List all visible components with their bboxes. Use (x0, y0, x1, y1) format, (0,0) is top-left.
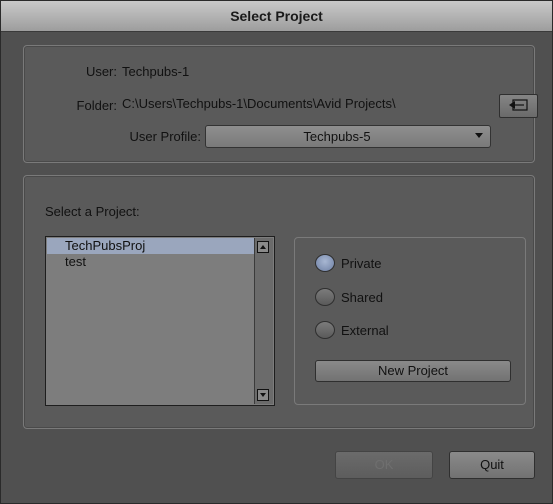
radio-private[interactable]: Private (315, 253, 381, 273)
list-item[interactable]: TechPubsProj (47, 238, 254, 254)
radio-indicator (315, 254, 335, 272)
chevron-down-icon (475, 133, 483, 138)
dialog-title: Select Project (1, 1, 552, 32)
user-profile-value: Techpubs-5 (303, 129, 371, 144)
folder-browse-button[interactable] (499, 94, 538, 118)
list-item[interactable]: test (47, 254, 254, 270)
project-list[interactable]: TechPubsProj test (45, 236, 275, 406)
new-project-button[interactable]: New Project (315, 360, 511, 382)
radio-shared[interactable]: Shared (315, 287, 383, 307)
user-value: Techpubs-1 (122, 64, 190, 79)
scroll-up-icon (260, 245, 266, 249)
scroll-up-button[interactable] (257, 241, 269, 253)
user-label: User: (85, 64, 117, 79)
project-list-items: TechPubsProj test (47, 238, 254, 404)
radio-external-label: External (341, 322, 389, 338)
list-scrollbar[interactable] (254, 238, 273, 404)
folder-label: Folder: (76, 98, 117, 113)
radio-indicator (315, 321, 335, 339)
radio-shared-label: Shared (341, 289, 383, 305)
select-project-label: Select a Project: (45, 204, 140, 219)
radio-external[interactable]: External (315, 320, 389, 340)
project-type-group: Private Shared External New Project (294, 237, 526, 405)
folder-path: C:\Users\Techpubs-1\Documents\Avid Proje… (122, 96, 396, 111)
scroll-down-icon (260, 393, 266, 397)
user-profile-label: User Profile: (129, 129, 201, 144)
ok-button[interactable]: OK (335, 451, 433, 479)
user-profile-select[interactable]: Techpubs-5 (205, 125, 491, 148)
select-project-dialog: Select Project User: Techpubs-1 Folder: … (0, 0, 553, 504)
quit-button[interactable]: Quit (449, 451, 535, 479)
scroll-down-button[interactable] (257, 389, 269, 401)
radio-private-label: Private (341, 255, 382, 271)
folder-browse-icon (508, 98, 530, 115)
radio-indicator (315, 288, 335, 306)
